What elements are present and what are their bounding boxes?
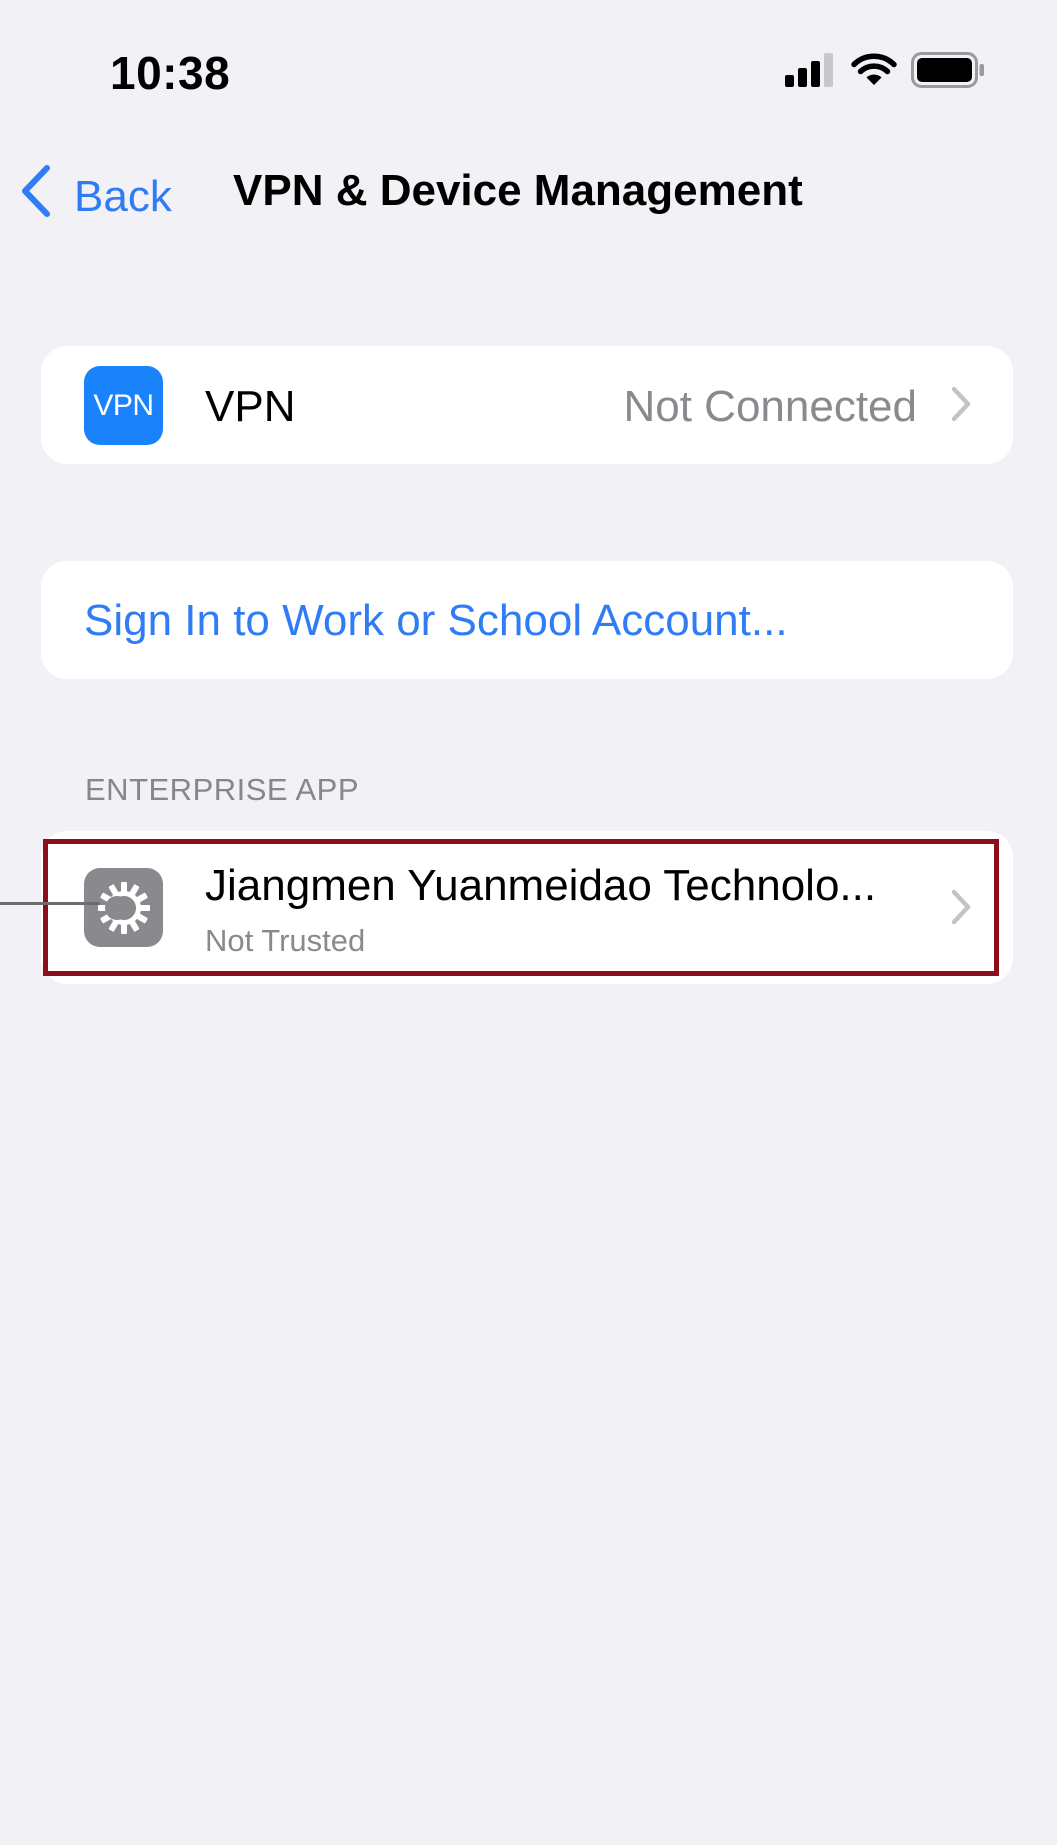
cellular-signal-icon — [785, 53, 837, 92]
chevron-right-icon — [951, 386, 971, 427]
wifi-icon — [851, 53, 897, 92]
back-label: Back — [74, 171, 172, 221]
signin-row[interactable]: Sign In to Work or School Account... — [41, 561, 1013, 679]
pointer-line — [0, 902, 100, 905]
vpn-status-value: Not Connected — [623, 382, 917, 431]
enterprise-app-status: Not Trusted — [205, 923, 366, 958]
back-button[interactable]: Back — [20, 164, 172, 229]
vpn-label: VPN — [205, 382, 296, 431]
enterprise-app-row[interactable]: Jiangmen Yuanmeidao Technolo... Not Trus… — [41, 831, 1013, 984]
battery-icon — [911, 52, 987, 93]
page-title: VPN & Device Management — [233, 166, 803, 215]
section-header-enterprise-app: ENTERPRISE APP — [85, 772, 360, 807]
navigation-bar: Back VPN & Device Management — [0, 150, 1057, 230]
vpn-row[interactable]: VPN VPN Not Connected — [41, 346, 1013, 464]
chevron-left-icon — [20, 164, 74, 229]
vpn-app-icon: VPN — [84, 366, 163, 445]
status-bar: 10:38 — [0, 0, 1057, 140]
status-time: 10:38 — [110, 47, 231, 99]
enterprise-app-card: Jiangmen Yuanmeidao Technolo... Not Trus… — [41, 831, 1013, 984]
signin-card: Sign In to Work or School Account... — [41, 561, 1013, 679]
enterprise-app-name: Jiangmen Yuanmeidao Technolo... — [205, 861, 877, 910]
settings-gear-icon — [84, 868, 163, 947]
vpn-card: VPN VPN Not Connected — [41, 346, 1013, 464]
chevron-right-icon — [951, 889, 971, 930]
signin-work-school-link[interactable]: Sign In to Work or School Account... — [84, 596, 788, 646]
status-icons — [785, 52, 987, 93]
